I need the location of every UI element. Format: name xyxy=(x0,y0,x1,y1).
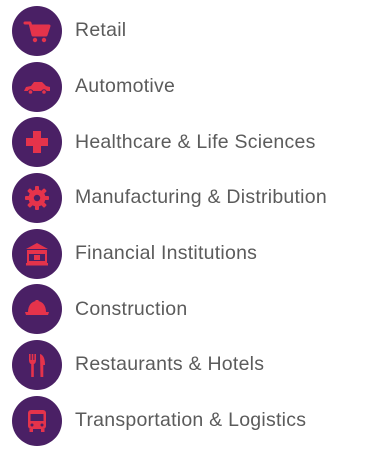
financial-badge xyxy=(12,228,62,279)
medical-cross-icon xyxy=(22,127,52,157)
gear-icon xyxy=(22,183,52,213)
industry-label: Transportation & Logistics xyxy=(75,409,307,432)
industry-item-restaurants[interactable]: Restaurants & Hotels xyxy=(12,337,384,393)
bank-icon xyxy=(22,239,52,269)
hard-hat-icon xyxy=(22,294,52,324)
industry-label: Restaurants & Hotels xyxy=(75,353,265,376)
car-icon xyxy=(22,72,52,102)
bus-icon xyxy=(22,406,52,436)
industry-label: Retail xyxy=(75,19,127,42)
fork-knife-icon xyxy=(22,350,52,380)
industry-label: Financial Institutions xyxy=(75,242,258,265)
industry-item-manufacturing[interactable]: Manufacturing & Distribution xyxy=(12,170,384,226)
industry-item-healthcare[interactable]: Healthcare & Life Sciences xyxy=(12,114,384,170)
industry-label: Healthcare & Life Sciences xyxy=(75,130,316,153)
industry-item-financial[interactable]: Financial Institutions xyxy=(12,226,384,282)
industry-list: Retail Automotive Healthcare & Life Scie… xyxy=(12,3,384,449)
manufacturing-badge xyxy=(12,172,62,223)
automotive-badge xyxy=(12,61,62,112)
restaurants-badge xyxy=(12,339,62,390)
industry-item-transportation[interactable]: Transportation & Logistics xyxy=(12,393,384,449)
industry-item-construction[interactable]: Construction xyxy=(12,281,384,337)
healthcare-badge xyxy=(12,117,62,168)
industry-label: Automotive xyxy=(75,75,176,98)
construction-badge xyxy=(12,284,62,335)
industry-label: Manufacturing & Distribution xyxy=(75,186,327,209)
industry-item-retail[interactable]: Retail xyxy=(12,3,384,59)
industry-item-automotive[interactable]: Automotive xyxy=(12,59,384,115)
retail-badge xyxy=(12,5,62,56)
industry-label: Construction xyxy=(75,297,188,320)
transportation-badge xyxy=(12,395,62,446)
shopping-cart-icon xyxy=(22,16,52,46)
